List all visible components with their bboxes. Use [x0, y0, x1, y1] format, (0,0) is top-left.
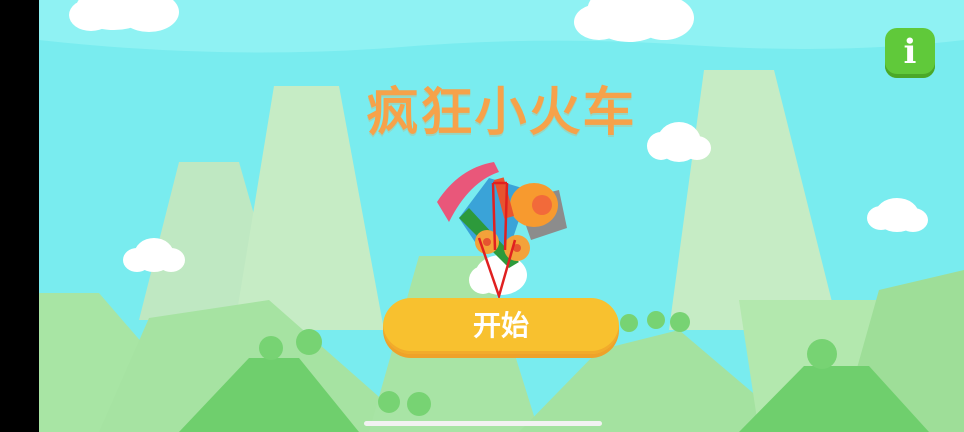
- background-landscape: [39, 0, 964, 432]
- game-scene: 疯狂小火车 i 开始: [39, 0, 964, 432]
- cloud-top-center: [574, 0, 694, 42]
- info-button[interactable]: i: [885, 28, 935, 78]
- cloud-top-left: [69, 0, 179, 32]
- home-indicator[interactable]: [364, 421, 602, 426]
- left-screen-edge: [0, 0, 39, 432]
- cloud-right: [867, 198, 928, 232]
- info-icon: i: [903, 32, 917, 72]
- game-title: 疯狂小火车: [366, 83, 637, 143]
- start-button[interactable]: 开始: [383, 298, 619, 354]
- train-mascot: [437, 162, 567, 268]
